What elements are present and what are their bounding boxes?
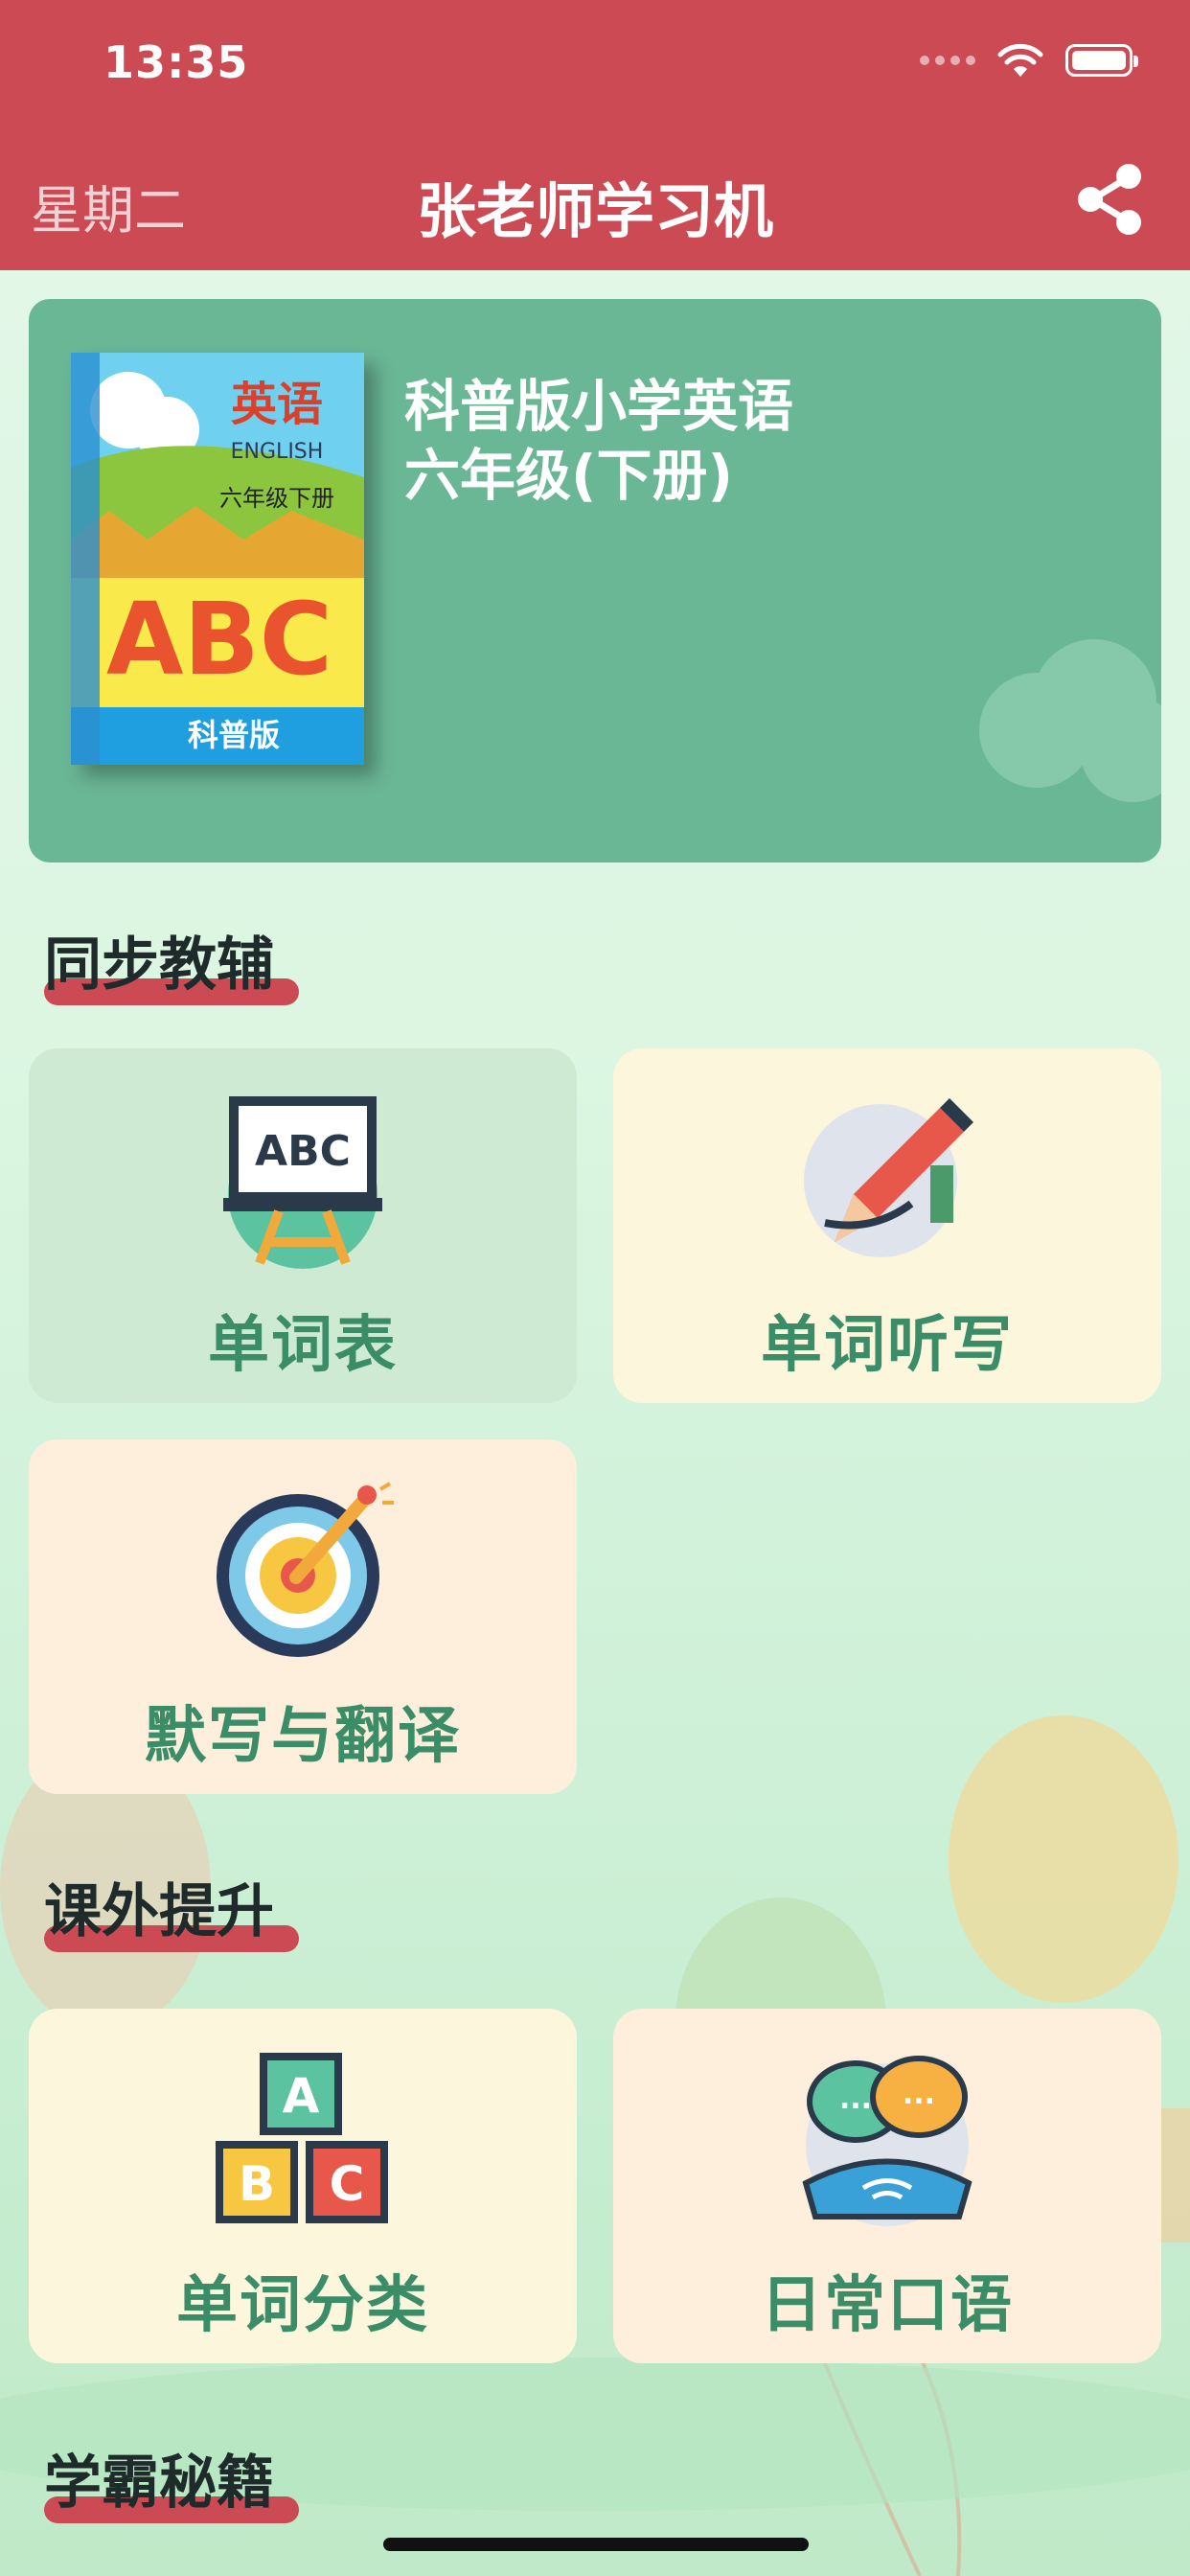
wifi-icon: [997, 43, 1043, 77]
tile-label: 单词分类: [176, 2270, 429, 2341]
chalkboard-abc-icon: ABC: [223, 1096, 382, 1269]
svg-text:A: A: [283, 2068, 320, 2124]
tile-daily-speaking[interactable]: ... ... 日常口语: [613, 2009, 1161, 2363]
book-title-line1: 科普版小学英语: [404, 374, 794, 439]
page-title: 张老师学习机: [416, 176, 773, 246]
status-time: 13:35: [103, 36, 249, 88]
cover-grade: 六年级下册: [219, 485, 334, 512]
tile-label: 日常口语: [761, 2270, 1014, 2341]
target-dart-icon: [217, 1482, 394, 1657]
section-title-sync: 同步教辅: [44, 918, 299, 1005]
section-title-top-student-tips: 学霸秘籍: [44, 2436, 299, 2523]
cloud-decoration: [979, 639, 1161, 802]
book-title-line2: 六年级(下册): [404, 443, 734, 508]
book-title: 科普版小学英语 六年级(下册): [404, 372, 793, 510]
pencil-writing-icon: [804, 1098, 973, 1257]
tile-word-list[interactable]: ABC 单词表: [29, 1048, 577, 1403]
section-title-extracurricular: 课外提升: [44, 1865, 299, 1952]
tile-label: 默写与翻译: [145, 1701, 461, 1772]
cover-publisher: 科普版: [188, 717, 280, 753]
tile-word-classification[interactable]: A B C 单词分类: [29, 2009, 577, 2363]
cover-english: ENGLISH: [231, 440, 324, 464]
svg-text:...: ...: [903, 2078, 935, 2111]
tile-dictation-translation[interactable]: 默写与翻译: [29, 1439, 577, 1794]
svg-text:...: ...: [839, 2082, 872, 2116]
tile-label: 单词听写: [761, 1310, 1014, 1381]
cellular-signal-icon: [920, 56, 975, 65]
app-header: 13:35 星期二 张老师学习机: [0, 0, 1190, 270]
tile-word-dictation[interactable]: 单词听写: [613, 1048, 1161, 1403]
svg-text:B: B: [239, 2156, 275, 2212]
status-icons: [920, 42, 1138, 79]
tile-label: 单词表: [208, 1310, 398, 1381]
current-book-card[interactable]: 英语 ENGLISH 六年级下册 ABC 科普版 科普版小学英语 六年级(下册): [29, 299, 1161, 862]
share-icon[interactable]: [1071, 161, 1148, 238]
abc-blocks-icon: A B C: [216, 2053, 388, 2223]
home-indicator[interactable]: [383, 2538, 809, 2551]
chat-phone-icon: ... ...: [802, 2056, 973, 2226]
svg-text:C: C: [330, 2156, 365, 2212]
cover-letters: ABC: [106, 581, 332, 698]
svg-text:ABC: ABC: [255, 1127, 351, 1176]
battery-icon: [1065, 44, 1138, 77]
cover-subject: 英语: [231, 378, 323, 431]
book-cover-image: 英语 ENGLISH 六年级下册 ABC 科普版: [71, 353, 364, 765]
